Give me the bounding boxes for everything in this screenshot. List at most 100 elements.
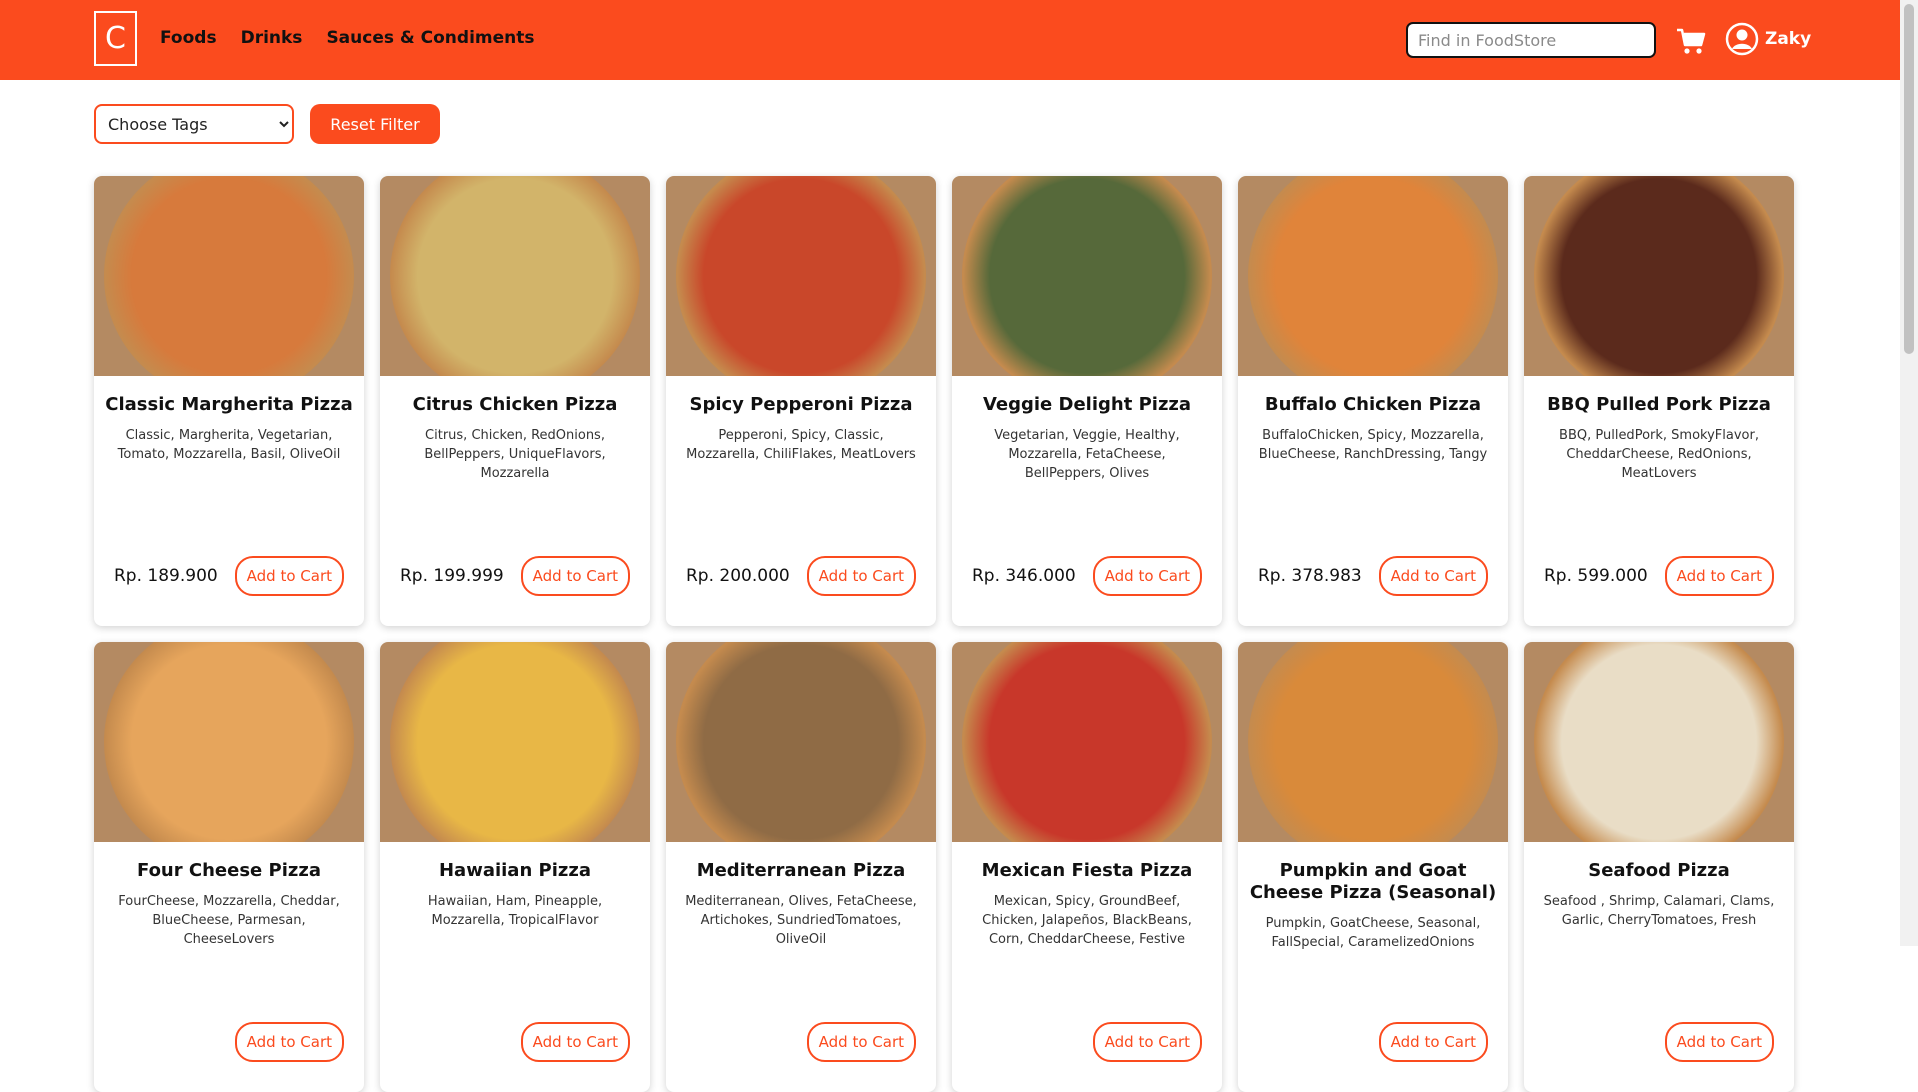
product-card[interactable]: Four Cheese Pizza FourCheese, Mozzarella…: [94, 642, 364, 1092]
scrollbar[interactable]: [1900, 0, 1918, 946]
add-to-cart-button[interactable]: Add to Cart: [1378, 556, 1488, 596]
product-card[interactable]: Buffalo Chicken Pizza BuffaloChicken, Sp…: [1238, 176, 1508, 626]
add-to-cart-button[interactable]: Add to Cart: [234, 1022, 344, 1062]
pizza-image: [962, 176, 1212, 376]
product-name: Hawaiian Pizza: [438, 860, 591, 881]
nav-link-foods[interactable]: Foods: [160, 28, 217, 48]
reset-filter-button[interactable]: Reset Filter: [310, 104, 440, 144]
product-tags: Mexican, Spicy, GroundBeef, Chicken, Jal…: [982, 894, 1192, 947]
product-card[interactable]: Pumpkin and Goat Cheese Pizza (Seasonal)…: [1238, 642, 1508, 1092]
card-footer: Rp. 346.000 Add to Cart: [952, 556, 1222, 596]
navbar: C Foods Drinks Sauces & Condiments Zaky: [0, 0, 1900, 80]
product-card[interactable]: BBQ Pulled Pork Pizza BBQ, PulledPork, S…: [1524, 176, 1794, 626]
product-image[interactable]: [94, 642, 364, 842]
product-price: Rp. 189.900: [114, 566, 218, 586]
product-name: Mediterranean Pizza: [696, 860, 906, 881]
pizza-image: [1534, 176, 1784, 376]
product-price: Rp. 599.000: [1544, 566, 1648, 586]
product-name: Spicy Pepperoni Pizza: [689, 394, 913, 415]
add-to-cart-button[interactable]: Add to Cart: [806, 1022, 916, 1062]
tags-select[interactable]: Choose Tags: [94, 104, 294, 144]
product-tags: Seafood , Shrimp, Calamari, Clams, Garli…: [1543, 894, 1775, 928]
card-footer: Rp. 199.999 Add to Cart: [380, 556, 650, 596]
pizza-image: [1534, 642, 1784, 842]
product-card[interactable]: Classic Margherita Pizza Classic, Marghe…: [94, 176, 364, 626]
product-image[interactable]: [1238, 176, 1508, 376]
pizza-image: [104, 642, 354, 842]
product-name: Classic Margherita Pizza: [105, 394, 353, 415]
pizza-image: [676, 642, 926, 842]
add-to-cart-button[interactable]: Add to Cart: [1092, 556, 1202, 596]
product-image[interactable]: [952, 642, 1222, 842]
pizza-image: [676, 176, 926, 376]
product-tags: BuffaloChicken, Spicy, Mozzarella, BlueC…: [1258, 428, 1488, 462]
add-to-cart-button[interactable]: Add to Cart: [1664, 1022, 1774, 1062]
product-name: BBQ Pulled Pork Pizza: [1547, 394, 1771, 415]
product-name: Four Cheese Pizza: [137, 860, 321, 881]
add-to-cart-button[interactable]: Add to Cart: [1378, 1022, 1488, 1062]
add-to-cart-button[interactable]: Add to Cart: [520, 1022, 630, 1062]
pizza-image: [104, 176, 354, 376]
pizza-image: [1248, 642, 1498, 842]
pizza-image: [390, 176, 640, 376]
product-name: Mexican Fiesta Pizza: [981, 860, 1193, 881]
user-name: Zaky: [1765, 29, 1812, 49]
add-to-cart-button[interactable]: Add to Cart: [234, 556, 344, 596]
add-to-cart-button[interactable]: Add to Cart: [1092, 1022, 1202, 1062]
product-name: Buffalo Chicken Pizza: [1264, 394, 1482, 415]
product-card[interactable]: Mexican Fiesta Pizza Mexican, Spicy, Gro…: [952, 642, 1222, 1092]
product-tags: Classic, Margherita, Vegetarian, Tomato,…: [117, 428, 341, 462]
product-image[interactable]: [952, 176, 1222, 376]
card-footer: Add to Cart: [94, 1022, 364, 1062]
nav-link-drinks[interactable]: Drinks: [241, 28, 303, 48]
nav-links: Foods Drinks Sauces & Condiments: [160, 28, 535, 48]
card-footer: Add to Cart: [1524, 1022, 1794, 1062]
product-card[interactable]: Seafood Pizza Seafood , Shrimp, Calamari…: [1524, 642, 1794, 1092]
scrollbar-thumb[interactable]: [1904, 4, 1914, 354]
product-name: Veggie Delight Pizza: [982, 394, 1192, 415]
product-tags: Mediterranean, Olives, FetaCheese, Artic…: [685, 894, 917, 947]
product-tags: Pumpkin, GoatCheese, Seasonal, FallSpeci…: [1265, 916, 1481, 950]
pizza-image: [962, 642, 1212, 842]
product-name: Pumpkin and Goat Cheese Pizza (Seasonal): [1249, 860, 1497, 903]
product-card[interactable]: Veggie Delight Pizza Vegetarian, Veggie,…: [952, 176, 1222, 626]
product-image[interactable]: [1524, 176, 1794, 376]
product-tags: Pepperoni, Spicy, Classic, Mozzarella, C…: [686, 428, 916, 462]
user-circle-icon: [1725, 22, 1759, 56]
nav-link-sauces[interactable]: Sauces & Condiments: [326, 28, 534, 48]
product-image[interactable]: [666, 642, 936, 842]
logo[interactable]: C: [94, 11, 137, 66]
product-image[interactable]: [1524, 642, 1794, 842]
product-image[interactable]: [94, 176, 364, 376]
product-grid: Classic Margherita Pizza Classic, Marghe…: [94, 176, 1794, 1092]
product-image[interactable]: [1238, 642, 1508, 842]
product-card[interactable]: Spicy Pepperoni Pizza Pepperoni, Spicy, …: [666, 176, 936, 626]
cart-icon[interactable]: [1675, 26, 1707, 56]
user-menu[interactable]: Zaky: [1725, 22, 1811, 56]
add-to-cart-button[interactable]: Add to Cart: [806, 556, 916, 596]
card-footer: Add to Cart: [1238, 1022, 1508, 1062]
product-card[interactable]: Hawaiian Pizza Hawaiian, Ham, Pineapple,…: [380, 642, 650, 1092]
product-name: Seafood Pizza: [1588, 860, 1730, 881]
card-footer: Add to Cart: [380, 1022, 650, 1062]
add-to-cart-button[interactable]: Add to Cart: [520, 556, 630, 596]
product-image[interactable]: [380, 176, 650, 376]
card-footer: Add to Cart: [666, 1022, 936, 1062]
product-tags: FourCheese, Mozzarella, Cheddar, BlueChe…: [118, 894, 340, 947]
card-footer: Rp. 378.983 Add to Cart: [1238, 556, 1508, 596]
product-price: Rp. 346.000: [972, 566, 1076, 586]
card-footer: Add to Cart: [952, 1022, 1222, 1062]
add-to-cart-button[interactable]: Add to Cart: [1664, 556, 1774, 596]
search-input[interactable]: [1406, 22, 1656, 58]
product-tags: Vegetarian, Veggie, Healthy, Mozzarella,…: [994, 428, 1180, 481]
pizza-image: [1248, 176, 1498, 376]
product-tags: BBQ, PulledPork, SmokyFlavor, CheddarChe…: [1559, 428, 1759, 481]
product-tags: Citrus, Chicken, RedOnions, BellPeppers,…: [424, 428, 606, 481]
product-price: Rp. 378.983: [1258, 566, 1362, 586]
product-card[interactable]: Mediterranean Pizza Mediterranean, Olive…: [666, 642, 936, 1092]
card-footer: Rp. 200.000 Add to Cart: [666, 556, 936, 596]
product-price: Rp. 200.000: [686, 566, 790, 586]
product-card[interactable]: Citrus Chicken Pizza Citrus, Chicken, Re…: [380, 176, 650, 626]
product-image[interactable]: [666, 176, 936, 376]
product-image[interactable]: [380, 642, 650, 842]
